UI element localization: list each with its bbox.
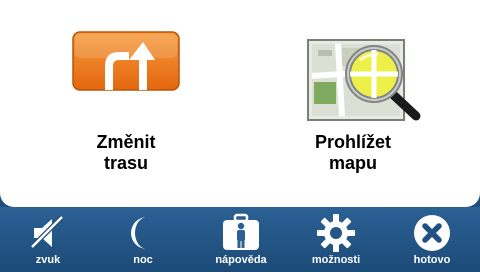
options-button[interactable]: možnosti	[296, 207, 376, 272]
bottom-toolbar: zvuk noc nápověda možnosti hotovo	[0, 207, 480, 272]
main-panel: Změnit trasu Prohlížet mapu	[0, 0, 480, 207]
map-magnifier-icon	[307, 39, 421, 121]
sound-label: zvuk	[35, 254, 61, 266]
change-route-label-line2: trasu	[103, 153, 148, 173]
help-button[interactable]: nápověda	[201, 207, 281, 272]
done-label: hotovo	[413, 254, 451, 266]
browse-map-label: Prohlížet mapu	[253, 132, 453, 174]
moon-icon	[131, 217, 147, 249]
options-label: možnosti	[311, 254, 361, 266]
help-label: nápověda	[215, 254, 267, 266]
change-route-label: Změnit trasu	[26, 132, 226, 174]
gear-icon	[317, 214, 355, 252]
close-icon	[414, 215, 450, 251]
night-label: noc	[133, 254, 153, 266]
browse-map-label-line2: mapu	[328, 153, 377, 173]
browse-map-button[interactable]: Prohlížet mapu	[253, 30, 453, 173]
help-kit-icon	[223, 213, 259, 250]
change-route-button[interactable]: Změnit trasu	[26, 30, 226, 173]
sound-button[interactable]: zvuk	[8, 207, 88, 272]
sound-muted-icon	[30, 215, 64, 249]
change-route-label-line1: Změnit	[96, 132, 156, 152]
night-button[interactable]: noc	[103, 207, 183, 272]
done-button[interactable]: hotovo	[392, 207, 472, 272]
route-change-icon	[72, 31, 180, 91]
browse-map-label-line1: Prohlížet	[314, 132, 391, 152]
